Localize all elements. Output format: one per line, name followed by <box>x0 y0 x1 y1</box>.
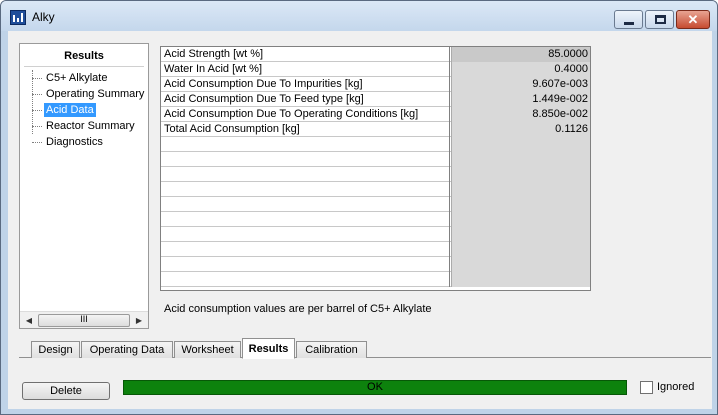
row-label <box>161 242 450 257</box>
row-value[interactable] <box>451 197 590 212</box>
tree-item-c5-alkylate[interactable]: C5+ Alkylate <box>28 70 144 86</box>
row-value[interactable] <box>451 212 590 227</box>
empty-table-row <box>161 227 590 242</box>
tree-item-acid-data[interactable]: Acid Data <box>28 102 144 118</box>
row-value[interactable] <box>451 182 590 197</box>
ignored-checkbox[interactable] <box>640 381 653 394</box>
row-value[interactable]: 0.1126 <box>451 122 590 137</box>
window-client-area: Results C5+ Alkylate Operating Summary A… <box>8 31 712 409</box>
table-row: Total Acid Consumption [kg] 0.1126 <box>161 122 590 137</box>
results-navigation-panel: Results C5+ Alkylate Operating Summary A… <box>19 43 149 329</box>
results-heading: Results <box>64 50 104 62</box>
empty-table-row <box>161 167 590 182</box>
divider <box>24 66 144 67</box>
tree-item-reactor-summary[interactable]: Reactor Summary <box>28 118 144 134</box>
row-label <box>161 182 450 197</box>
tab-design[interactable]: Design <box>31 341 80 358</box>
row-label <box>161 152 450 167</box>
row-label <box>161 227 450 242</box>
minimize-button[interactable] <box>614 10 643 29</box>
delete-button[interactable]: Delete <box>22 382 110 400</box>
empty-table-row <box>161 197 590 212</box>
row-label <box>161 272 450 287</box>
tab-worksheet[interactable]: Worksheet <box>174 341 241 358</box>
empty-table-row <box>161 257 590 272</box>
row-value[interactable] <box>451 137 590 152</box>
row-label: Acid Consumption Due To Impurities [kg] <box>161 77 450 92</box>
tree-item-operating-summary[interactable]: Operating Summary <box>28 86 144 102</box>
maximize-button[interactable] <box>645 10 674 29</box>
row-value[interactable] <box>451 152 590 167</box>
row-value[interactable]: 0.4000 <box>451 62 590 77</box>
maximize-icon <box>655 15 666 24</box>
empty-table-row <box>161 182 590 197</box>
acid-data-table: Acid Strength [wt %] 85.0000 Water In Acid… <box>160 46 591 291</box>
row-label <box>161 257 450 272</box>
row-value[interactable] <box>451 167 590 182</box>
scroll-left-icon[interactable]: ◀ <box>22 314 36 327</box>
empty-table-row <box>161 137 590 152</box>
row-label <box>161 197 450 212</box>
tab-calibration[interactable]: Calibration <box>296 341 367 358</box>
row-value[interactable] <box>451 257 590 272</box>
row-label <box>161 167 450 182</box>
row-label: Total Acid Consumption [kg] <box>161 122 450 137</box>
row-label <box>161 212 450 227</box>
row-label <box>161 137 450 152</box>
window-title: Alky <box>32 10 55 24</box>
empty-table-row <box>161 212 590 227</box>
table-row: Acid Strength [wt %] 85.0000 <box>161 47 590 62</box>
table-row: Water In Acid [wt %] 0.4000 <box>161 62 590 77</box>
row-value[interactable] <box>451 272 590 287</box>
status-bar: OK <box>123 380 627 395</box>
table-row: Acid Consumption Due To Impurities [kg] 9… <box>161 77 590 92</box>
table-row: Acid Consumption Due To Feed type [kg] 1.… <box>161 92 590 107</box>
row-value[interactable] <box>451 242 590 257</box>
table-row: Acid Consumption Due To Operating Condit… <box>161 107 590 122</box>
close-button[interactable]: ✕ <box>676 10 710 29</box>
horizontal-scrollbar[interactable]: ◀ III ▶ <box>20 311 148 328</box>
table-note: Acid consumption values are per barrel o… <box>164 303 432 315</box>
close-icon: ✕ <box>687 12 699 27</box>
row-value[interactable]: 85.0000 <box>451 47 590 62</box>
row-value[interactable]: 8.850e-002 <box>451 107 590 122</box>
minimize-icon <box>624 22 634 25</box>
results-tree: C5+ Alkylate Operating Summary Acid Data… <box>28 70 144 150</box>
ignored-label: Ignored <box>657 381 695 393</box>
row-value[interactable]: 1.449e-002 <box>451 92 590 107</box>
row-value[interactable] <box>451 227 590 242</box>
scrollbar-thumb[interactable]: III <box>38 314 130 327</box>
alky-window: Alky ✕ Results C5+ Alkylate Operating Su… <box>0 0 718 415</box>
row-value[interactable]: 9.607e-003 <box>451 77 590 92</box>
row-label: Acid Consumption Due To Operating Condit… <box>161 107 450 122</box>
tab-operating-data[interactable]: Operating Data <box>81 341 173 358</box>
empty-table-row <box>161 152 590 167</box>
scroll-right-icon[interactable]: ▶ <box>132 314 146 327</box>
empty-table-row <box>161 272 590 287</box>
app-icon <box>10 10 26 25</box>
empty-table-row <box>161 242 590 257</box>
row-label: Water In Acid [wt %] <box>161 62 450 77</box>
row-label: Acid Consumption Due To Feed type [kg] <box>161 92 450 107</box>
row-label: Acid Strength [wt %] <box>161 47 450 62</box>
tree-item-diagnostics[interactable]: Diagnostics <box>28 134 144 150</box>
tab-results[interactable]: Results <box>242 338 295 359</box>
title-bar[interactable]: Alky ✕ <box>1 1 717 31</box>
